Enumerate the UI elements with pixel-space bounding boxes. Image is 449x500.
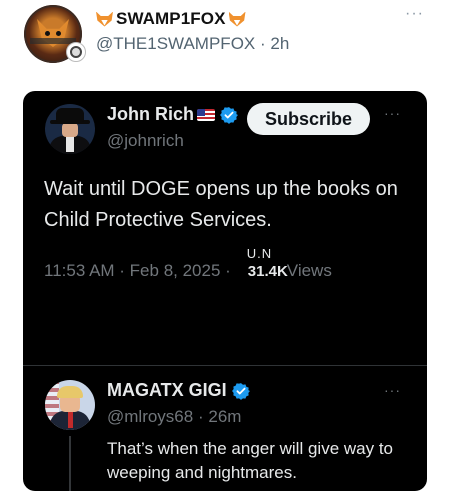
outer-handle-row: @THE1SWAMPFOX · 2h — [96, 34, 289, 54]
reply-more-icon: ··· — [384, 382, 401, 398]
embedded-tweet-image[interactable]: John Rich @johnrich Subscribe ··· Wait u… — [23, 91, 427, 491]
embedded-tweet-meta: 11:53 AM · Feb 8, 2025 · U.N 31.4K Views — [44, 246, 332, 281]
subscribe-button: Subscribe — [247, 103, 370, 135]
views-count-block: U.N 31.4K — [235, 246, 288, 280]
reply-display-name: MAGATX GIGI — [107, 380, 227, 400]
magatx-avatar — [45, 380, 95, 430]
outer-handle[interactable]: @THE1SWAMPFOX — [96, 34, 255, 53]
reply-handle: @mlroys68 — [107, 407, 194, 426]
johnrich-avatar — [45, 104, 95, 154]
reply-separator: · — [197, 407, 204, 426]
outer-separator: · — [260, 34, 266, 53]
johnrich-name-row: John Rich — [107, 104, 238, 125]
avatar-badge-icon — [66, 42, 86, 62]
outer-more-icon[interactable]: ··· — [405, 5, 424, 23]
reply-handle-row: @mlroys68 · 26m — [107, 407, 241, 427]
outer-time[interactable]: 2h — [270, 34, 289, 53]
views-count: 31.4K — [247, 263, 288, 280]
johnrich-handle: @johnrich — [107, 131, 184, 150]
fox-left-eye — [45, 31, 50, 36]
embedded-more-icon: ··· — [384, 105, 401, 121]
outer-author-name-row[interactable]: SWAMP1FOX — [96, 9, 246, 29]
johnrich-display-name: John Rich — [107, 104, 195, 124]
fox-emoji-icon — [228, 11, 246, 27]
outer-display-name[interactable]: SWAMP1FOX — [116, 9, 226, 29]
reply-name-row: MAGATX GIGI — [107, 380, 250, 401]
views-ghost-text: U.N — [246, 246, 273, 261]
verified-badge-icon — [231, 382, 250, 400]
tweet-divider — [23, 365, 427, 366]
thread-line — [69, 436, 71, 491]
us-flag-icon — [197, 108, 216, 121]
reply-text: That’s when the anger will give way to w… — [107, 439, 394, 482]
fox-right-eye — [56, 31, 61, 36]
fox-emoji-icon — [96, 11, 113, 27]
embedded-tweet-time: 11:53 AM · Feb 8, 2025 · — [44, 261, 231, 280]
verified-badge-icon — [220, 106, 238, 124]
views-label: Views — [286, 261, 332, 280]
reply-time: 26m — [208, 407, 242, 426]
embedded-tweet-text: Wait until DOGE opens up the books on Ch… — [44, 178, 398, 231]
